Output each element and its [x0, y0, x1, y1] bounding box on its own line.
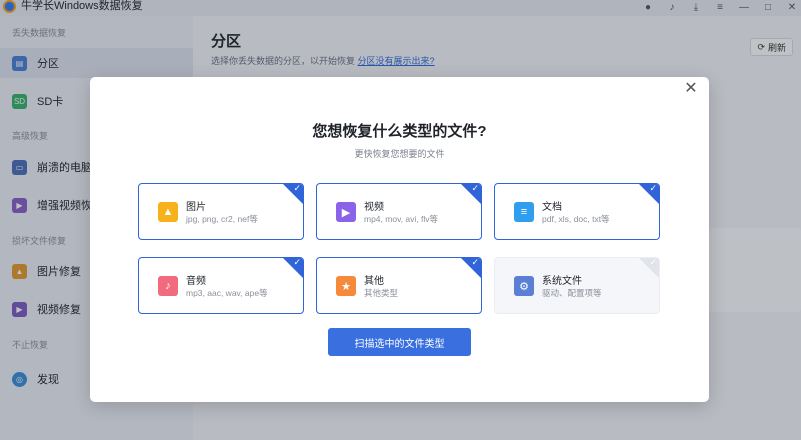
file-type-desc: mp3, aac, wav, ape等: [186, 288, 268, 298]
check-icon: ✓: [471, 257, 479, 267]
document-icon: ≡: [514, 202, 534, 222]
file-type-name: 音频: [186, 276, 206, 287]
check-icon: ✓: [293, 257, 301, 267]
close-icon[interactable]: ✕: [683, 81, 699, 97]
file-type-name: 其他: [364, 276, 384, 287]
file-type-desc: mp4, mov, avi, flv等: [364, 214, 438, 224]
file-type-card-document[interactable]: ≡ 文档 pdf, xls, doc, txt等 ✓: [494, 183, 660, 240]
file-type-desc: 驱动、配置项等: [542, 288, 602, 298]
check-icon: ✓: [649, 183, 657, 193]
check-icon: ✓: [471, 183, 479, 193]
dialog-title: 您想恢复什么类型的文件?: [312, 123, 487, 140]
image-icon: ▲: [158, 202, 178, 222]
file-type-card-other[interactable]: ★ 其他 其他类型 ✓: [316, 257, 482, 314]
file-type-desc: pdf, xls, doc, txt等: [542, 214, 610, 224]
other-icon: ★: [336, 276, 356, 296]
video-icon: ▶: [336, 202, 356, 222]
file-type-dialog: ✕ 您想恢复什么类型的文件? 更快恢复您想要的文件 ▲ 图片 jpg, png,…: [90, 77, 709, 402]
file-type-name: 文档: [542, 202, 562, 213]
dialog-subtitle: 更快恢复您想要的文件: [354, 149, 445, 159]
file-type-name: 系统文件: [542, 276, 582, 287]
scan-selected-types-button[interactable]: 扫描选中的文件类型: [328, 328, 471, 356]
system-file-icon: ⚙: [514, 276, 534, 296]
audio-icon: ♪: [158, 276, 178, 296]
file-type-card-system[interactable]: ⚙ 系统文件 驱动、配置项等 ✓: [494, 257, 660, 314]
file-type-card-image[interactable]: ▲ 图片 jpg, png, cr2, nef等 ✓: [138, 183, 304, 240]
file-type-desc: 其他类型: [364, 288, 399, 298]
check-icon: ✓: [293, 183, 301, 193]
file-type-desc: jpg, png, cr2, nef等: [186, 214, 258, 224]
file-type-card-video[interactable]: ▶ 视频 mp4, mov, avi, flv等 ✓: [316, 183, 482, 240]
check-icon: ✓: [649, 257, 657, 267]
file-type-name: 视频: [364, 202, 384, 213]
file-type-card-audio[interactable]: ♪ 音频 mp3, aac, wav, ape等 ✓: [138, 257, 304, 314]
file-type-name: 图片: [186, 202, 206, 213]
